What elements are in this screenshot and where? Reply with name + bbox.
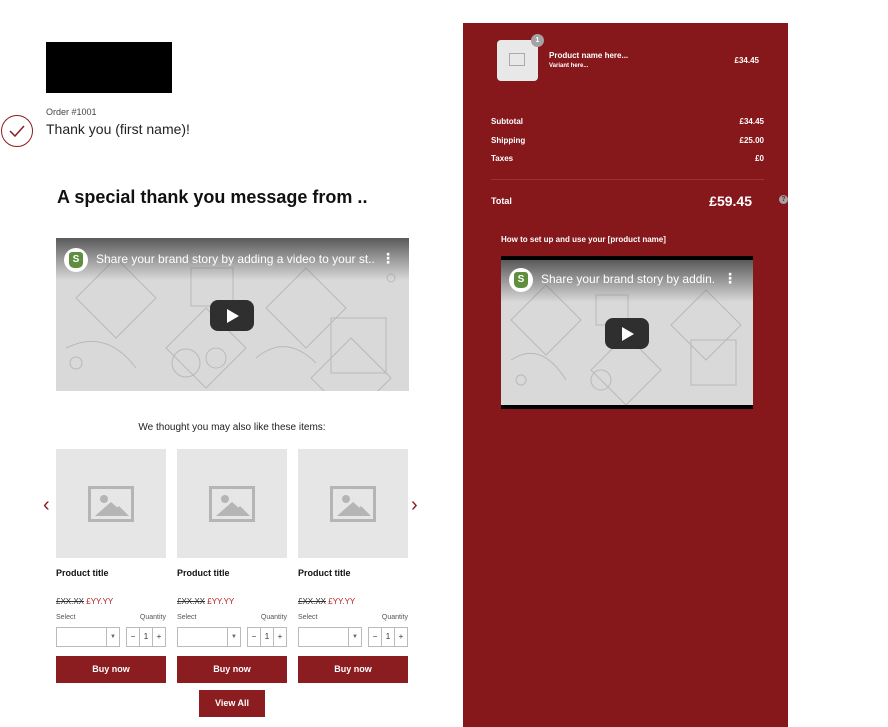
- select-label: Select: [177, 614, 197, 621]
- variant-select[interactable]: ▼: [298, 627, 362, 647]
- order-summary-panel: 1 Product name here... Variant here... £…: [463, 23, 788, 727]
- quantity-value[interactable]: 1: [260, 628, 273, 646]
- variant-select[interactable]: ▼: [56, 627, 120, 647]
- quantity-label: Quantity: [139, 614, 166, 621]
- view-all-button[interactable]: View All: [199, 690, 265, 717]
- subtotal-row: Subtotal £34.45: [491, 117, 764, 126]
- taxes-row: Taxes £0: [491, 154, 764, 163]
- compare-price: £XX.XX: [177, 597, 206, 606]
- buy-now-button[interactable]: Buy now: [298, 656, 408, 683]
- shipping-value: £25.00: [739, 136, 764, 145]
- help-icon[interactable]: ?: [779, 195, 788, 204]
- line-item-thumbnail: 1: [497, 34, 544, 81]
- video-title[interactable]: Share your brand story by addin...: [541, 272, 716, 286]
- product-price: £XX.XX £YY.YY: [56, 597, 113, 606]
- subtotal-label: Subtotal: [491, 117, 523, 126]
- product-image[interactable]: [298, 449, 408, 558]
- product-card: Product title £XX.XX £YY.YY Select Quant…: [298, 449, 408, 683]
- select-label: Select: [56, 614, 76, 621]
- taxes-value: £0: [755, 154, 764, 163]
- taxes-label: Taxes: [491, 154, 514, 163]
- quantity-value[interactable]: 1: [139, 628, 152, 646]
- image-placeholder-icon: [509, 53, 525, 66]
- product-card: Product title £XX.XX £YY.YY Select Quant…: [56, 449, 166, 683]
- sale-price: £YY.YY: [328, 597, 356, 606]
- quantity-badge: 1: [531, 34, 544, 47]
- product-price: £XX.XX £YY.YY: [298, 597, 355, 606]
- product-image[interactable]: [56, 449, 166, 558]
- play-icon[interactable]: [605, 318, 649, 349]
- variant-select[interactable]: ▼: [177, 627, 241, 647]
- shopify-logo-icon: S: [64, 248, 88, 272]
- quantity-label: Quantity: [381, 614, 408, 621]
- video-title[interactable]: Share your brand story by adding a video…: [96, 252, 376, 266]
- howto-heading: How to set up and use your [product name…: [501, 235, 666, 244]
- product-price: £XX.XX £YY.YY: [177, 597, 234, 606]
- howto-video-frame: S Share your brand story by addin... ⋮: [501, 256, 753, 409]
- buy-now-button[interactable]: Buy now: [56, 656, 166, 683]
- image-placeholder-icon: [330, 486, 376, 522]
- summary-divider: [491, 179, 764, 180]
- compare-price: £XX.XX: [298, 597, 327, 606]
- image-placeholder-icon: [209, 486, 255, 522]
- compare-price: £XX.XX: [56, 597, 85, 606]
- line-item-price: £34.45: [734, 56, 759, 65]
- total-label: Total: [491, 196, 512, 206]
- video-more-icon[interactable]: ⋮: [723, 270, 737, 287]
- decrease-quantity-button[interactable]: −: [248, 628, 260, 646]
- product-title[interactable]: Product title: [298, 568, 351, 578]
- total-value: £59.45: [709, 193, 752, 209]
- caret-down-icon: ▼: [348, 628, 361, 646]
- decrease-quantity-button[interactable]: −: [127, 628, 139, 646]
- increase-quantity-button[interactable]: +: [273, 628, 286, 646]
- shipping-label: Shipping: [491, 136, 526, 145]
- sale-price: £YY.YY: [207, 597, 235, 606]
- quantity-value[interactable]: 1: [381, 628, 394, 646]
- caret-down-icon: ▼: [106, 628, 119, 646]
- quantity-stepper: − 1 +: [368, 627, 408, 647]
- check-circle-icon: [1, 115, 33, 147]
- store-logo: [46, 42, 172, 93]
- quantity-label: Quantity: [260, 614, 287, 621]
- shipping-row: Shipping £25.00: [491, 136, 764, 145]
- video-more-icon[interactable]: ⋮: [381, 250, 395, 267]
- increase-quantity-button[interactable]: +: [152, 628, 165, 646]
- caret-down-icon: ▼: [227, 628, 240, 646]
- thank-you-page: Order #1001 Thank you (first name)! A sp…: [0, 0, 888, 727]
- decrease-quantity-button[interactable]: −: [369, 628, 381, 646]
- line-item-variant: Variant here...: [549, 63, 589, 69]
- special-message-heading: A special thank you message from ..: [57, 187, 368, 207]
- subtotal-value: £34.45: [739, 117, 764, 126]
- quantity-stepper: − 1 +: [247, 627, 287, 647]
- thank-you-heading: Thank you (first name)!: [46, 121, 190, 137]
- product-title[interactable]: Product title: [177, 568, 230, 578]
- sale-price: £YY.YY: [86, 597, 114, 606]
- chevron-left-icon[interactable]: ‹: [43, 494, 50, 517]
- order-number: Order #1001: [46, 107, 97, 117]
- product-title[interactable]: Product title: [56, 568, 109, 578]
- recommendations-heading: We thought you may also like these items…: [138, 422, 326, 433]
- play-icon[interactable]: [210, 300, 254, 331]
- product-card: Product title £XX.XX £YY.YY Select Quant…: [177, 449, 287, 683]
- image-placeholder-icon: [88, 486, 134, 522]
- increase-quantity-button[interactable]: +: [394, 628, 407, 646]
- chevron-right-icon[interactable]: ›: [411, 494, 418, 517]
- line-item-name: Product name here...: [549, 51, 629, 60]
- quantity-stepper: − 1 +: [126, 627, 166, 647]
- product-image[interactable]: [177, 449, 287, 558]
- howto-video[interactable]: S Share your brand story by addin... ⋮: [501, 260, 753, 405]
- buy-now-button[interactable]: Buy now: [177, 656, 287, 683]
- shopify-logo-icon: S: [509, 268, 533, 292]
- brand-video[interactable]: S Share your brand story by adding a vid…: [56, 238, 409, 391]
- select-label: Select: [298, 614, 318, 621]
